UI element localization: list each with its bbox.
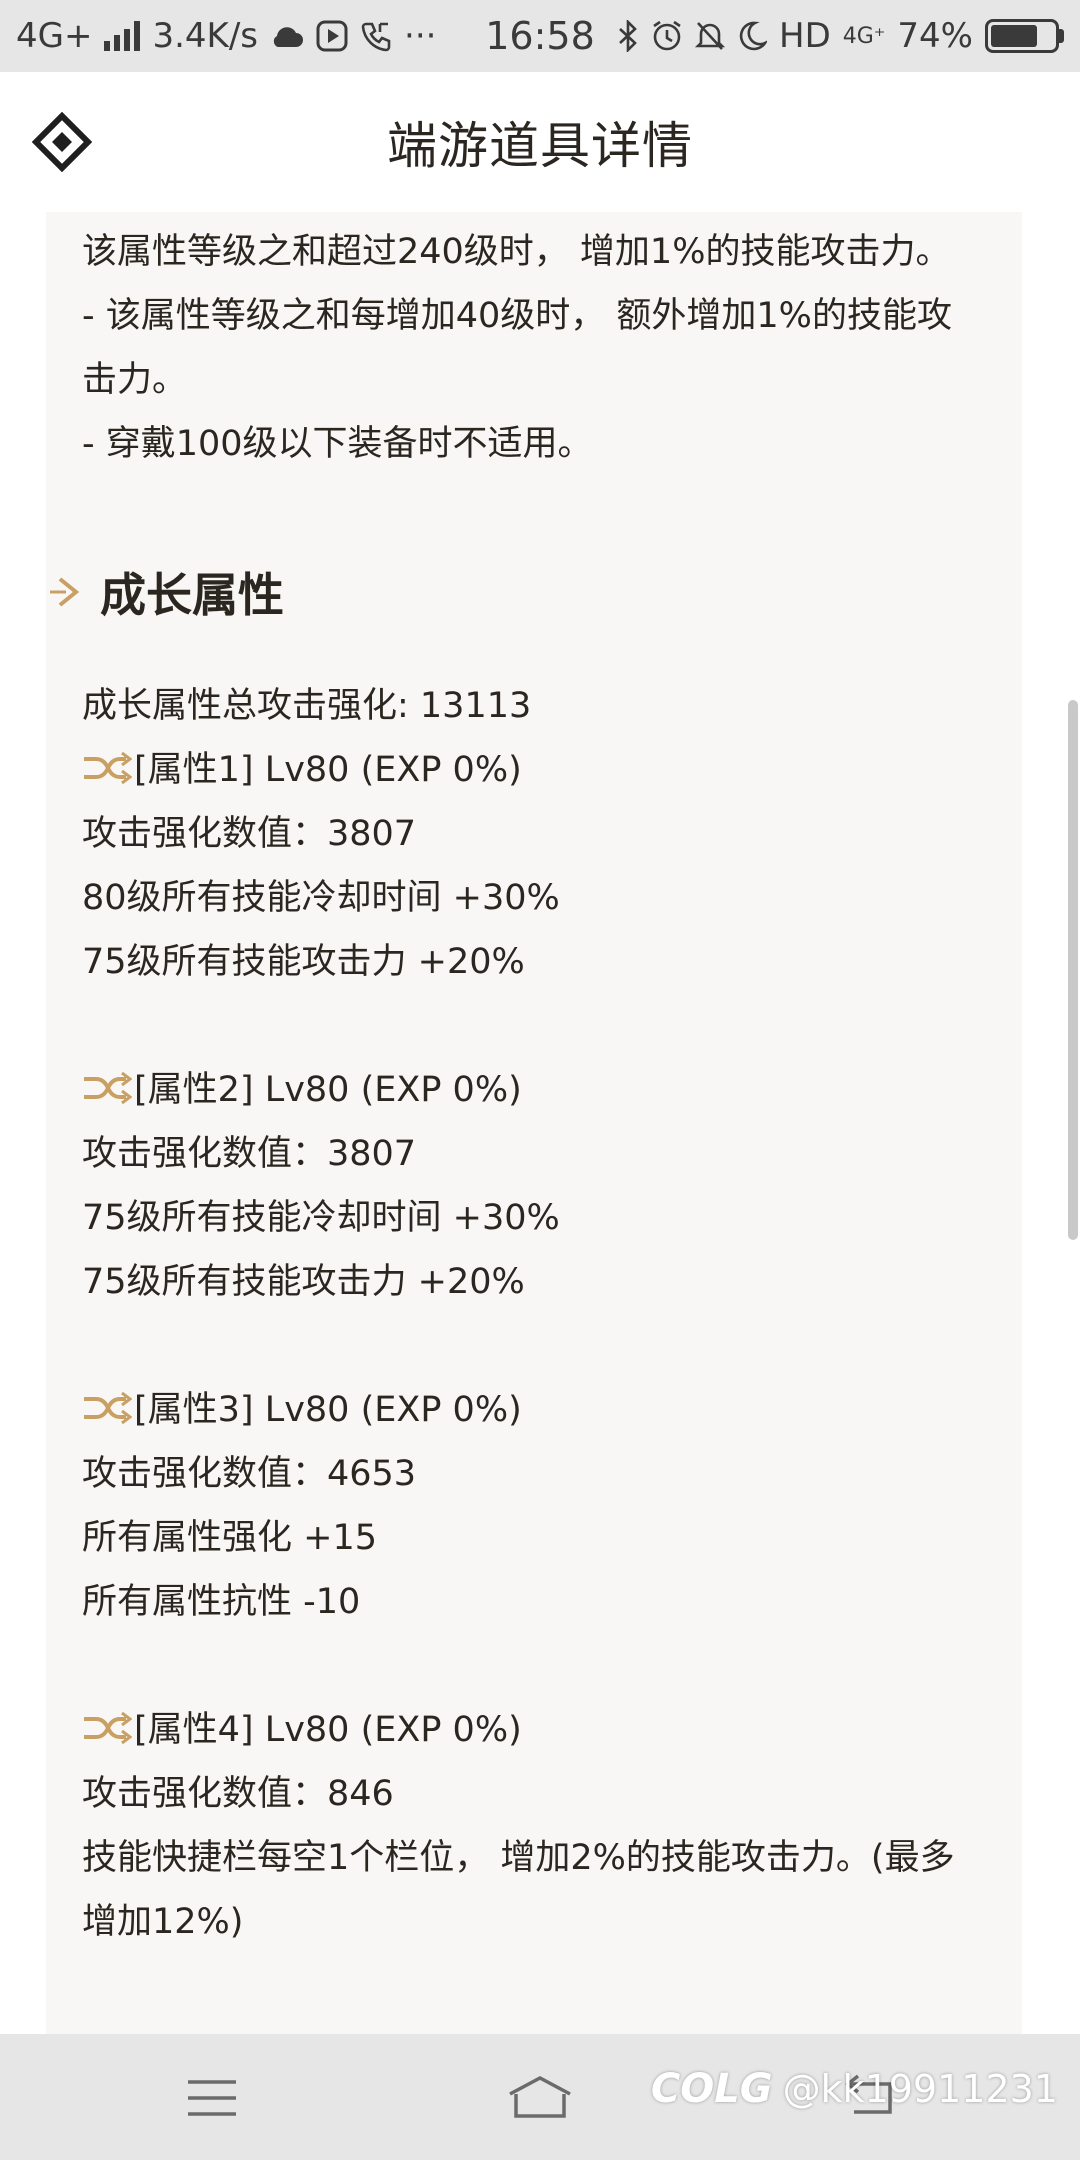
page-title: 端游道具详情 <box>387 117 693 175</box>
alarm-icon <box>651 20 683 52</box>
attribute-line: 攻击强化数值：3807 <box>82 814 417 854</box>
network-type: 4G+ <box>16 16 93 56</box>
section-title: 成长属性 <box>100 568 284 622</box>
bluetooth-icon <box>617 20 639 52</box>
network-type-2: 4G⁺ <box>842 23 886 49</box>
phone-icon <box>360 20 392 52</box>
media-icon <box>316 20 348 52</box>
attribute-line: 所有属性抗性 -10 <box>82 1582 361 1622</box>
attribute-header: [属性3] Lv80 (EXP 0%) <box>82 1378 522 1442</box>
growth-section-header: 成长属性 <box>46 552 284 632</box>
attribute-line: 攻击强化数值：3807 <box>82 1134 417 1174</box>
scroll-content[interactable]: 该属性等级之和超过240级时， 增加1%的技能攻击力。 - 该属性等级之和每增加… <box>0 212 1080 2034</box>
shuffle-icon <box>84 751 132 785</box>
cloud-icon <box>270 23 304 49</box>
description-line: 击力。 <box>82 360 188 400</box>
attribute-line: 75级所有技能攻击力 +20% <box>82 942 525 982</box>
diamond-logo-icon[interactable] <box>32 112 92 172</box>
mute-icon <box>695 20 725 52</box>
net-speed: 3.4K/s <box>152 16 259 56</box>
shuffle-icon <box>84 1071 132 1105</box>
attribute-line: 80级所有技能冷却时间 +30% <box>82 878 560 918</box>
description-line: - 该属性等级之和每增加40级时， 额外增加1%的技能攻 <box>82 296 952 336</box>
menu-icon[interactable] <box>182 2072 242 2124</box>
hd-indicator: HD <box>779 16 831 56</box>
signal-icon <box>104 21 141 51</box>
attribute-line: 所有属性强化 +15 <box>82 1518 377 1558</box>
more-indicator: ··· <box>404 16 437 56</box>
attribute-line: 技能快捷栏每空1个栏位， 增加2%的技能攻击力。(最多 <box>82 1838 955 1878</box>
total-attack-line: 成长属性总攻击强化: 13113 <box>82 686 532 726</box>
app-header: 端游道具详情 <box>0 72 1080 212</box>
attribute-header: [属性4] Lv80 (EXP 0%) <box>82 1698 522 1762</box>
watermark-logo: COLG <box>650 2066 773 2112</box>
arrow-bullet-icon <box>50 577 80 607</box>
shuffle-icon <box>84 1391 132 1425</box>
scrollbar[interactable] <box>1068 700 1078 1240</box>
status-bar: 4G+ 3.4K/s ··· 16:58 HD 4G⁺ 74% <box>0 0 1080 72</box>
battery-percent: 74% <box>897 16 973 56</box>
moon-icon <box>737 20 767 52</box>
growth-attributes-card: 成长属性总攻击强化: 13113 [属性1] Lv80 (EXP 0%) 攻击强… <box>46 644 1022 2034</box>
attribute-line: 增加12%) <box>82 1902 244 1942</box>
attribute-line: 攻击强化数值：4653 <box>82 1454 417 1494</box>
attribute-header-text: [属性4] Lv80 (EXP 0%) <box>134 1710 522 1750</box>
attribute-header: [属性1] Lv80 (EXP 0%) <box>82 738 522 802</box>
watermark: COLG @kk19911231 <box>651 2066 1058 2112</box>
attribute-line: 75级所有技能攻击力 +20% <box>82 1262 525 1302</box>
description-line: 该属性等级之和超过240级时， 增加1%的技能攻击力。 <box>82 232 951 272</box>
watermark-user: @kk19911231 <box>782 2067 1058 2111</box>
shuffle-icon <box>84 1711 132 1745</box>
home-icon[interactable] <box>504 2072 576 2124</box>
attribute-header-text: [属性3] Lv80 (EXP 0%) <box>134 1390 522 1430</box>
description-line: - 穿戴100级以下装备时不适用。 <box>82 424 593 464</box>
attribute-header: [属性2] Lv80 (EXP 0%) <box>82 1058 522 1122</box>
battery-icon <box>985 19 1064 53</box>
attribute-line: 75级所有技能冷却时间 +30% <box>82 1198 560 1238</box>
attribute-line: 攻击强化数值：846 <box>82 1774 394 1814</box>
attribute-header-text: [属性1] Lv80 (EXP 0%) <box>134 750 522 790</box>
attribute-header-text: [属性2] Lv80 (EXP 0%) <box>134 1070 522 1110</box>
